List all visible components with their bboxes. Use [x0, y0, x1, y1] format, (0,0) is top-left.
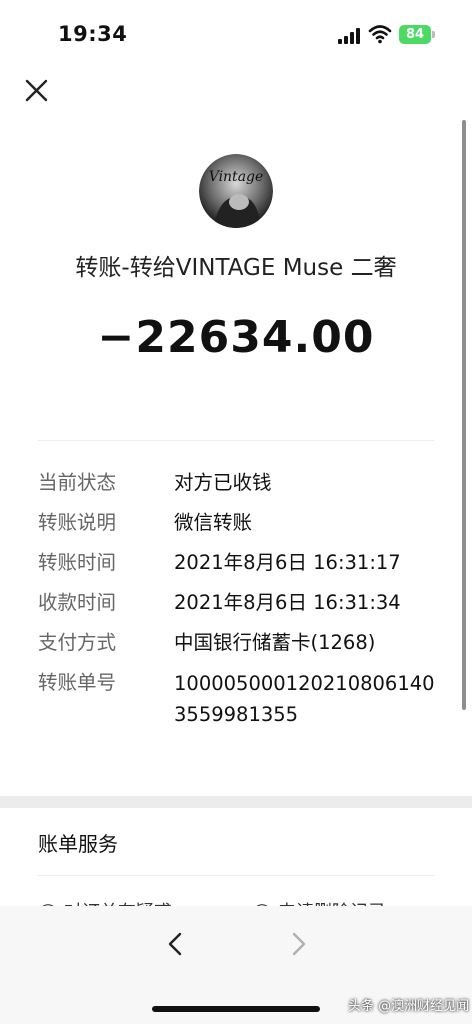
detail-row-receive-time: 收款时间 2021年8月6日 16:31:34	[38, 592, 458, 614]
detail-row-note: 转账说明 微信转账	[38, 512, 458, 534]
divider	[38, 875, 434, 876]
detail-value: 中国银行储蓄卡(1268)	[174, 631, 376, 654]
status-bar: 19:34 84	[0, 0, 472, 70]
status-time: 19:34	[58, 22, 128, 46]
chevron-left-icon	[168, 932, 182, 956]
divider	[38, 440, 434, 441]
signal-icon	[338, 28, 360, 44]
home-indicator[interactable]	[152, 1006, 320, 1012]
page-title: 转账-转给VINTAGE Muse 二奢	[75, 255, 397, 281]
detail-label: 转账时间	[38, 551, 117, 574]
detail-label: 收款时间	[38, 591, 117, 614]
avatar-logo-text: Vintage	[209, 169, 264, 185]
transfer-id-line2: 3559981355	[174, 703, 299, 726]
detail-value: 微信转账	[174, 511, 253, 534]
transfer-amount: −22634.00	[97, 312, 375, 363]
detail-label: 转账说明	[38, 511, 117, 534]
wifi-icon	[368, 24, 392, 44]
battery-level: 84	[405, 27, 425, 42]
battery-tip	[432, 31, 435, 38]
details-list: 当前状态 对方已收钱 转账说明 微信转账 转账时间 2021年8月6日 16:3…	[38, 472, 458, 748]
chevron-right-icon	[292, 932, 306, 956]
close-button[interactable]	[22, 76, 52, 106]
avatar: Vintage	[199, 154, 273, 228]
detail-row-payment-method: 支付方式 中国银行储蓄卡(1268)	[38, 632, 458, 654]
detail-value: 对方已收钱	[174, 471, 272, 494]
watermark: 头条 @澳洲财经见闻	[348, 999, 470, 1014]
detail-value: 10000500012021080614​0 3559981355	[174, 668, 435, 730]
forward-button[interactable]	[284, 928, 312, 960]
transfer-id-line1: 10000500012021080614​0	[174, 672, 435, 695]
battery-icon: 84	[399, 25, 431, 44]
detail-value: 2021年8月6日 16:31:34	[174, 591, 401, 614]
detail-row-transfer-id: 转账单号 10000500012021080614​0 3559981355	[38, 672, 458, 730]
bill-service-title: 账单服务	[38, 832, 118, 856]
detail-label: 支付方式	[38, 631, 117, 654]
back-button[interactable]	[162, 928, 190, 960]
close-icon	[25, 79, 48, 102]
detail-label: 当前状态	[38, 471, 117, 494]
detail-label: 转账单号	[38, 671, 117, 694]
section-separator	[0, 796, 472, 808]
detail-value: 2021年8月6日 16:31:17	[174, 551, 401, 574]
scrollbar[interactable]	[462, 120, 466, 710]
detail-row-transfer-time: 转账时间 2021年8月6日 16:31:17	[38, 552, 458, 574]
detail-row-status: 当前状态 对方已收钱	[38, 472, 458, 494]
